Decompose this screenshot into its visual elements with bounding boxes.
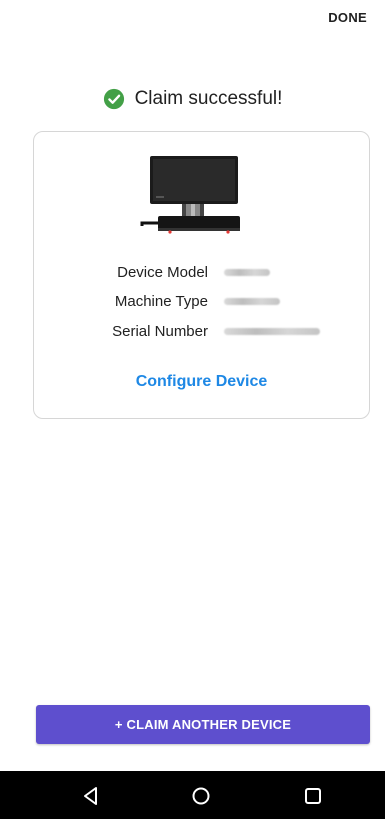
machine-type-row: Machine Type bbox=[34, 290, 369, 312]
done-button[interactable]: DONE bbox=[328, 10, 367, 25]
check-circle-icon bbox=[103, 88, 124, 110]
system-navigation-bar bbox=[0, 771, 385, 819]
device-model-value-redacted bbox=[224, 268, 270, 276]
claim-another-device-button[interactable]: + CLAIM ANOTHER DEVICE bbox=[36, 705, 370, 744]
serial-number-row: Serial Number bbox=[34, 320, 369, 342]
device-model-label: Device Model bbox=[117, 263, 208, 281]
device-dock-image bbox=[140, 156, 240, 234]
machine-type-label: Machine Type bbox=[114, 292, 208, 310]
device-model-row: Device Model bbox=[34, 261, 369, 283]
machine-type-value-redacted bbox=[224, 297, 280, 305]
claim-success-screen: DONE Claim successful! Device Model Mach… bbox=[0, 0, 385, 819]
status-message: Claim successful! bbox=[134, 88, 283, 109]
serial-number-label: Serial Number bbox=[112, 322, 208, 340]
configure-device-link[interactable]: Configure Device bbox=[34, 373, 369, 391]
back-triangle-icon[interactable] bbox=[80, 785, 102, 807]
home-circle-icon[interactable] bbox=[190, 785, 212, 807]
device-card: Device Model Machine Type Serial Number … bbox=[33, 131, 370, 419]
recents-square-icon[interactable] bbox=[302, 785, 324, 807]
status-row: Claim successful! bbox=[0, 88, 385, 110]
serial-number-value-redacted bbox=[224, 327, 320, 335]
